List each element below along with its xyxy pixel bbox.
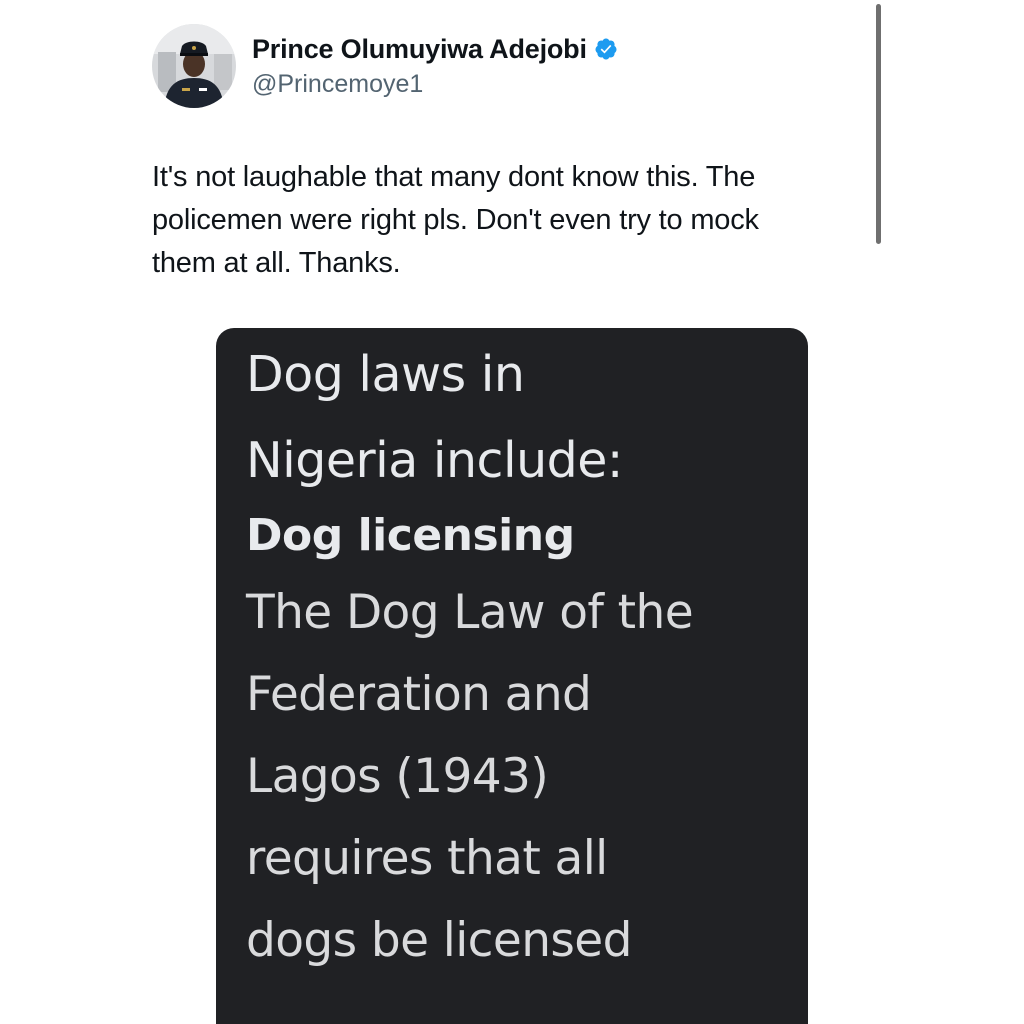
avatar[interactable] — [152, 24, 236, 108]
author-display-name[interactable]: Prince Olumuyiwa Adejobi — [252, 32, 587, 66]
tweet-text-line: policemen were right pls. Don't even try… — [152, 204, 759, 236]
tweet-media-image[interactable]: Dog laws in Nigeria include: Dog licensi… — [216, 328, 808, 1024]
media-body-line: The Dog Law of the — [246, 585, 694, 640]
media-heading-line: Dog laws in — [246, 346, 525, 403]
tweet-header: Prince Olumuyiwa Adejobi @Princemoye1 — [152, 18, 618, 114]
author-name-row: Prince Olumuyiwa Adejobi — [252, 32, 618, 66]
avatar-image — [152, 24, 236, 108]
media-body-line: Lagos (1943) — [246, 749, 549, 804]
tweet-text-line: It's not laughable that many dont know t… — [152, 161, 756, 193]
author-handle[interactable]: @Princemoye1 — [252, 68, 618, 100]
scrollbar[interactable] — [876, 4, 881, 244]
media-subheading: Dog licensing — [246, 510, 575, 561]
media-content: Dog laws in Nigeria include: Dog licensi… — [246, 332, 788, 982]
tweet-text: It's not laughable that many dont know t… — [152, 156, 862, 285]
media-body-line: dogs be licensed — [246, 913, 632, 968]
media-heading-line: Nigeria include: — [246, 432, 623, 489]
media-body-line: requires that all — [246, 831, 608, 886]
verified-badge-icon — [594, 37, 618, 61]
tweet-text-line: them at all. Thanks. — [152, 247, 401, 279]
media-body-line: Federation and — [246, 667, 592, 722]
author-info: Prince Olumuyiwa Adejobi @Princemoye1 — [252, 32, 618, 100]
